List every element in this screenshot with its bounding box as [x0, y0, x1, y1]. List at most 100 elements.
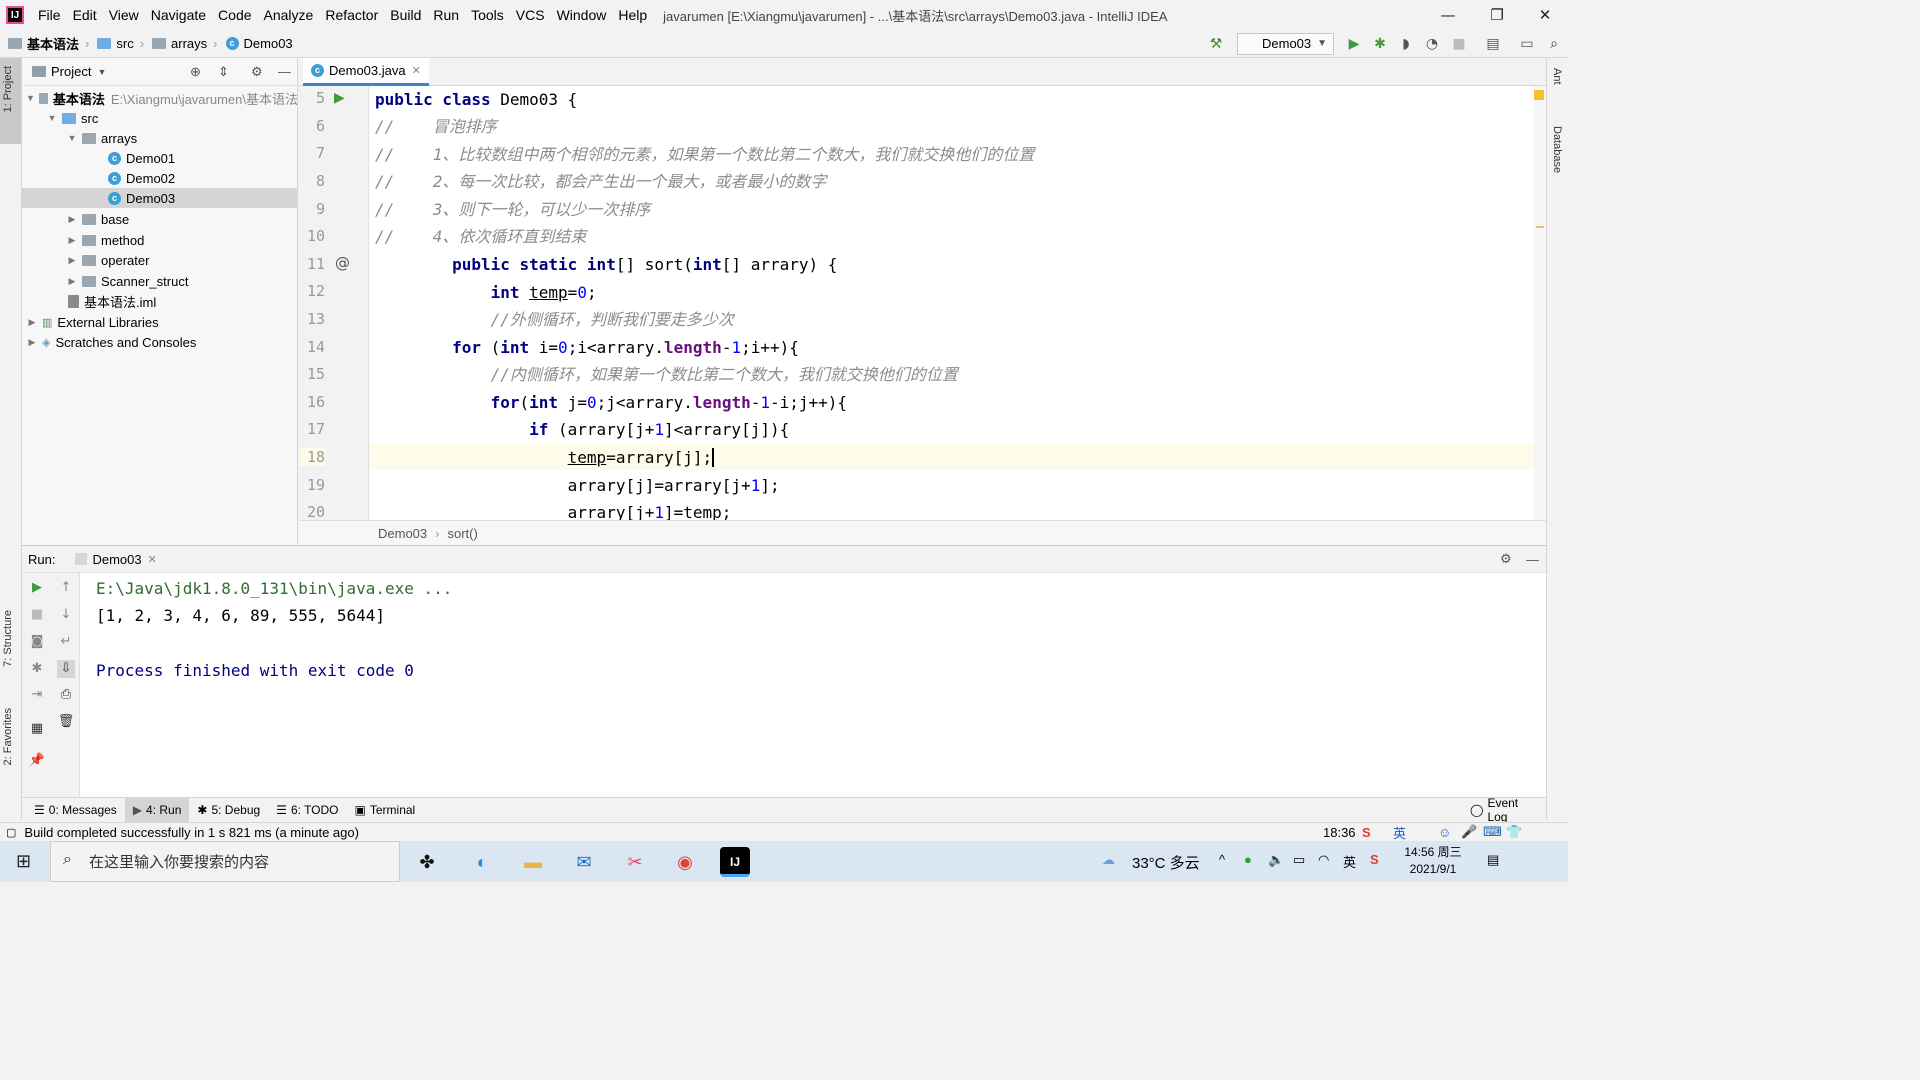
menu-edit[interactable]: Edit [67, 7, 103, 23]
menu-build[interactable]: Build [384, 7, 427, 23]
menu-tools[interactable]: Tools [465, 7, 510, 23]
camera-icon[interactable]: ◙ [28, 633, 46, 651]
notification-icon[interactable]: ▤ [1487, 852, 1499, 868]
hide-panel-icon[interactable]: — [278, 64, 291, 79]
ant-tool-tab[interactable]: Ant [1551, 68, 1563, 85]
tab-demo03-java[interactable]: c Demo03.java ✕ [303, 58, 429, 86]
crumb-class[interactable]: c Demo03 [225, 36, 293, 51]
ime-mode-indicator[interactable]: 英 [1393, 823, 1406, 842]
run-config-dropdown[interactable]: Demo03 ▼ [1237, 33, 1334, 55]
structure-tool-tab[interactable]: 7: Structure [2, 610, 14, 667]
menu-run[interactable]: Run [427, 7, 465, 23]
implements-gutter-icon[interactable]: @ [335, 254, 350, 272]
volume-icon[interactable]: 🔈 [1268, 852, 1284, 868]
menu-refactor[interactable]: Refactor [319, 7, 384, 23]
layout-icon[interactable]: ▭ [1518, 35, 1536, 53]
ime-tray-icon[interactable]: 英 [1343, 852, 1356, 871]
editor-scrollbar[interactable] [1534, 86, 1546, 520]
search-everywhere-icon[interactable]: ⌕ [1545, 35, 1563, 53]
print-icon[interactable]: ⎙ [57, 686, 75, 704]
stop-icon[interactable]: ■ [28, 606, 46, 624]
project-tool-tab[interactable]: 1: Project [0, 58, 21, 144]
intellij-taskbar-icon[interactable]: IJ [720, 847, 750, 877]
scroll-to-end-icon[interactable]: ⇩ [57, 660, 75, 678]
database-tool-tab[interactable]: Database [1551, 126, 1563, 173]
tree-item-method[interactable]: ▶ method [22, 230, 298, 250]
file-explorer-icon[interactable]: ▬ [518, 847, 548, 877]
up-arrow-icon[interactable]: ↑ [57, 579, 75, 597]
chrome-browser-icon[interactable]: ◉ [670, 847, 700, 877]
coverage-icon[interactable]: ◗ [1397, 35, 1415, 53]
tree-item-demo03[interactable]: c Demo03 [22, 188, 298, 208]
tree-item-base[interactable]: ▶ base [22, 209, 298, 229]
chevron-down-icon[interactable]: ▼ [97, 67, 106, 77]
hide-panel-icon[interactable]: — [1526, 552, 1539, 567]
sogou-tray-icon[interactable]: S [1370, 852, 1379, 867]
mail-icon[interactable]: ✉ [569, 847, 599, 877]
run-icon[interactable]: ▶ [1345, 35, 1363, 53]
rerun-icon[interactable]: ▶ [28, 579, 46, 597]
menu-navigate[interactable]: Navigate [145, 7, 212, 23]
chevron-up-icon[interactable]: ^ [1219, 852, 1225, 867]
run-gutter-icon[interactable]: ▶ [334, 90, 345, 106]
emoji-icon[interactable]: ☺ [1438, 825, 1451, 840]
menu-view[interactable]: View [103, 7, 145, 23]
pin-icon[interactable]: 📌 [28, 752, 46, 770]
trash-icon[interactable]: 🗑 [57, 713, 75, 731]
minimize-icon[interactable]: — [1437, 4, 1459, 26]
wifi-icon[interactable]: ◠ [1318, 852, 1329, 868]
clock[interactable]: 14:56 周三 2021/9/1 [1398, 844, 1468, 878]
edge-browser-icon[interactable]: ◐ [467, 847, 497, 877]
menu-code[interactable]: Code [212, 7, 257, 23]
exit-icon[interactable]: ⇥ [28, 686, 46, 704]
tab-todo[interactable]: ☰ 6: TODO [268, 798, 346, 823]
gear-icon[interactable]: ⚙ [1500, 551, 1512, 567]
console-output[interactable]: E:\Java\jdk1.8.0_131\bin\java.exe ... [1… [80, 573, 1546, 797]
restore-icon[interactable]: ❐ [1486, 4, 1508, 26]
taskbar-search-box[interactable]: ⌕ 在这里输入你要搜索的内容 [50, 841, 400, 882]
stop-icon[interactable]: ■ [1450, 35, 1468, 53]
menu-help[interactable]: Help [612, 7, 653, 23]
crumb-module[interactable]: 基本语法 › [8, 34, 89, 53]
close-tab-icon[interactable]: ✕ [412, 64, 421, 77]
battery-icon[interactable]: ▭ [1293, 852, 1305, 868]
tree-item-iml[interactable]: 基本语法.iml [22, 291, 298, 311]
profile-icon[interactable]: ◔ [1423, 35, 1441, 53]
breadcrumb-class[interactable]: Demo03 [378, 526, 427, 541]
crumb-src[interactable]: src › [97, 36, 144, 51]
menu-file[interactable]: File [32, 7, 67, 23]
crumb-arrays[interactable]: arrays › [152, 36, 218, 51]
sogou-ime-icon[interactable]: S [1362, 825, 1371, 840]
project-structure-icon[interactable]: ▤ [1484, 35, 1502, 53]
tree-item-demo02[interactable]: c Demo02 [22, 168, 298, 188]
tree-item-module[interactable]: ▼ 基本语法 E:\Xiangmu\javarumen\基本语法 [22, 88, 298, 108]
tree-item-operater[interactable]: ▶ operater [22, 250, 298, 270]
weather-text[interactable]: 33°C 多云 [1132, 852, 1200, 873]
run-tab-demo03[interactable]: Demo03 ✕ [75, 552, 157, 567]
tab-terminal[interactable]: ▣ Terminal [347, 798, 424, 823]
gear-icon[interactable]: ⚙ [251, 64, 263, 80]
menu-analyze[interactable]: Analyze [258, 7, 320, 23]
status-message[interactable]: Build completed successfully in 1 s 821 … [24, 825, 359, 840]
debug-bug-icon[interactable]: ✱ [28, 660, 46, 678]
tree-item-arrays[interactable]: ▼ arrays [22, 128, 298, 148]
locate-icon[interactable]: ⊕ [190, 64, 201, 80]
down-arrow-icon[interactable]: ↓ [57, 606, 75, 624]
breadcrumb-method[interactable]: sort() [447, 526, 477, 541]
status-square-icon[interactable]: ▢ [6, 826, 16, 839]
tree-item-scanner-struct[interactable]: ▶ Scanner_struct [22, 271, 298, 291]
tree-item-demo01[interactable]: c Demo01 [22, 148, 298, 168]
caret-position[interactable]: 18:36 [1323, 825, 1356, 840]
build-hammer-icon[interactable]: ⚒ [1207, 35, 1225, 53]
debug-icon[interactable]: ✱ [1371, 35, 1389, 53]
favorites-tool-tab[interactable]: 2: Favorites [2, 708, 14, 765]
project-panel-title[interactable]: Project [51, 64, 91, 79]
skin-icon[interactable]: 👕 [1506, 824, 1522, 840]
keyboard-icon[interactable]: ⌨ [1483, 824, 1502, 840]
tray-app-icon[interactable]: ● [1244, 852, 1252, 867]
close-tab-icon[interactable]: ✕ [148, 553, 157, 566]
menu-vcs[interactable]: VCS [510, 7, 551, 23]
menu-window[interactable]: Window [551, 7, 613, 23]
windows-start-icon[interactable]: ⊞ [16, 851, 31, 872]
microphone-icon[interactable]: 🎤 [1461, 824, 1477, 840]
